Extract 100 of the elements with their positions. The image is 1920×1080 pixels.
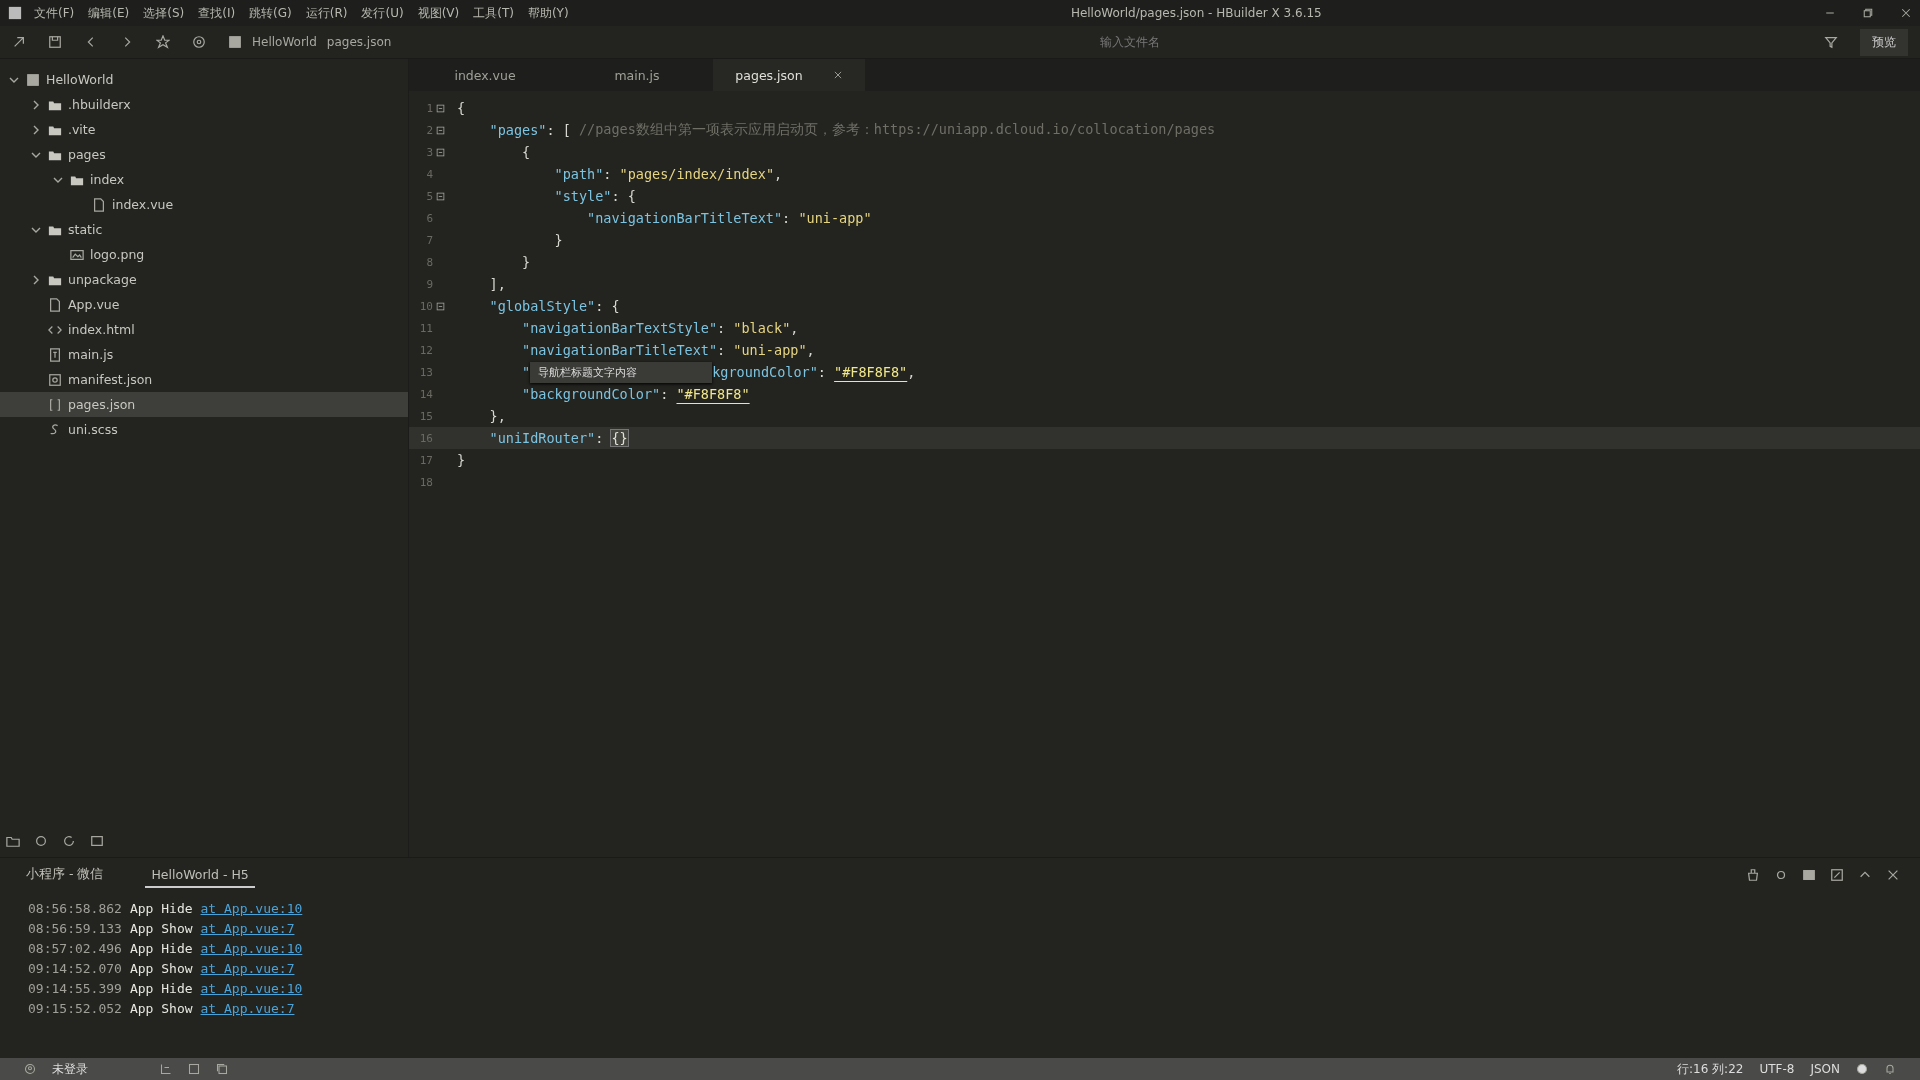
layout-icon[interactable]: [160, 1063, 172, 1075]
menu-item[interactable]: 工具(T): [473, 4, 514, 22]
tooltip: 导航栏标题文字内容: [530, 361, 713, 383]
target-icon[interactable]: [192, 35, 206, 49]
clear-icon[interactable]: [1746, 868, 1760, 882]
tree-item[interactable]: pages.json: [0, 392, 408, 417]
tree-item[interactable]: static: [0, 217, 408, 242]
fold-icon[interactable]: [435, 147, 445, 157]
close-icon[interactable]: [1886, 868, 1900, 882]
json-key: "navigationBarTextStyle": [457, 320, 718, 336]
fold-icon[interactable]: [435, 191, 445, 201]
refresh-icon[interactable]: [62, 834, 76, 848]
restore-icon[interactable]: [1862, 7, 1874, 19]
language-mode[interactable]: JSON: [1810, 1062, 1840, 1076]
code-text: :: [660, 386, 670, 402]
menu-item[interactable]: 编辑(E): [88, 4, 130, 22]
line-number: 3: [425, 145, 433, 159]
line-number: 2: [425, 123, 433, 137]
menu-item[interactable]: 运行(R): [305, 4, 348, 22]
menu-item[interactable]: 发行(U): [361, 4, 404, 22]
source-link[interactable]: at App.vue:10: [200, 980, 303, 996]
menu-item[interactable]: 查找(I): [198, 4, 236, 22]
fold-icon[interactable]: [435, 125, 445, 135]
app-logo-icon: [8, 6, 22, 20]
login-status[interactable]: 未登录: [52, 1060, 88, 1078]
window-icon[interactable]: [90, 834, 104, 848]
source-link[interactable]: at App.vue:7: [200, 1000, 295, 1016]
cursor-position[interactable]: 行:16 列:22: [1677, 1060, 1744, 1078]
user-icon[interactable]: [24, 1063, 36, 1075]
tree-item[interactable]: .vite: [0, 117, 408, 142]
code-text: :: [782, 210, 792, 226]
tree-item[interactable]: index.vue: [0, 192, 408, 217]
panel-icon[interactable]: [1802, 868, 1816, 882]
window-icon[interactable]: [188, 1063, 200, 1075]
filter-icon[interactable]: [1824, 35, 1838, 49]
preview-button[interactable]: 预览: [1860, 28, 1908, 56]
fold-icon[interactable]: [435, 103, 445, 113]
close-icon[interactable]: [832, 70, 843, 80]
console-tab[interactable]: HelloWorld - H5: [145, 862, 255, 888]
json-key: "pages": [457, 122, 547, 138]
tree-item[interactable]: .hbuilderx: [0, 92, 408, 117]
tree-item[interactable]: pages: [0, 142, 408, 167]
tree-item[interactable]: main.js: [0, 342, 408, 367]
maximize-icon[interactable]: [1830, 868, 1844, 882]
fold-icon[interactable]: [435, 301, 445, 311]
line-number: 14: [418, 387, 433, 401]
code-text: }: [553, 232, 563, 248]
close-icon[interactable]: [1900, 7, 1912, 19]
tree-item[interactable]: index: [0, 167, 408, 192]
log-time: 09:14:52.070: [28, 960, 122, 976]
tree-item[interactable]: unpackage: [0, 267, 408, 292]
breadcrumb-item[interactable]: HelloWorld: [252, 35, 317, 49]
line-number: 1: [425, 101, 433, 115]
json-key: "navigationBarTitleText": [457, 342, 718, 358]
tree-item[interactable]: logo.png: [0, 242, 408, 267]
menu-item[interactable]: 选择(S): [143, 4, 185, 22]
save-icon[interactable]: [48, 35, 62, 49]
log-message: App Show: [129, 960, 193, 976]
search-field[interactable]: 输入文件名: [1098, 34, 1802, 50]
editor-tab[interactable]: index.vue: [409, 59, 561, 91]
tree-item[interactable]: index.html: [0, 317, 408, 342]
log-message: App Show: [129, 920, 193, 936]
code-text: :: [817, 364, 827, 380]
bell-icon[interactable]: [1884, 1063, 1896, 1075]
import-icon[interactable]: [12, 35, 26, 49]
code-text: : {: [595, 298, 620, 314]
folder-icon[interactable]: [6, 834, 20, 848]
menu-item[interactable]: 文件(F): [34, 4, 75, 22]
tree-item[interactable]: App.vue: [0, 292, 408, 317]
code-text: {: [521, 144, 531, 160]
source-link[interactable]: at App.vue:7: [200, 960, 295, 976]
source-link[interactable]: at App.vue:7: [200, 920, 295, 936]
tree-item[interactable]: HelloWorld: [0, 67, 408, 92]
line-number: 17: [418, 453, 433, 467]
editor-tab[interactable]: pages.json: [713, 59, 865, 91]
star-icon[interactable]: [156, 35, 170, 49]
project-icon: [26, 72, 40, 87]
console-tab[interactable]: 小程序 - 微信: [20, 861, 110, 889]
menu-item[interactable]: 跳转(G): [249, 4, 292, 22]
tree-item[interactable]: uni.scss: [0, 417, 408, 442]
menu-item[interactable]: 帮助(Y): [527, 4, 569, 22]
menu-item[interactable]: 视图(V): [417, 4, 460, 22]
breadcrumb-item[interactable]: pages.json: [326, 35, 392, 49]
code-text: ,: [806, 342, 815, 358]
source-link[interactable]: at App.vue:10: [200, 900, 303, 916]
editor-tab[interactable]: main.js: [561, 59, 713, 91]
encoding[interactable]: UTF-8: [1759, 1062, 1795, 1076]
log-message: App Hide: [129, 900, 193, 916]
code-text: }: [521, 254, 531, 270]
tree-item[interactable]: manifest.json: [0, 367, 408, 392]
file-icon: [92, 197, 106, 212]
line-number: 12: [418, 343, 433, 357]
line-number: 10: [418, 299, 433, 313]
bracket-match: {}: [611, 430, 628, 446]
code-comment: //pages数组中第一项表示应用启动页，参考：https://uniapp.dcloud.io/collocation/pages: [578, 121, 1216, 139]
line-number: 4: [425, 167, 433, 181]
line-number: 15: [418, 409, 433, 423]
log-time: 08:56:58.862: [28, 900, 122, 916]
copy-icon[interactable]: [216, 1063, 228, 1075]
source-link[interactable]: at App.vue:10: [200, 940, 303, 956]
